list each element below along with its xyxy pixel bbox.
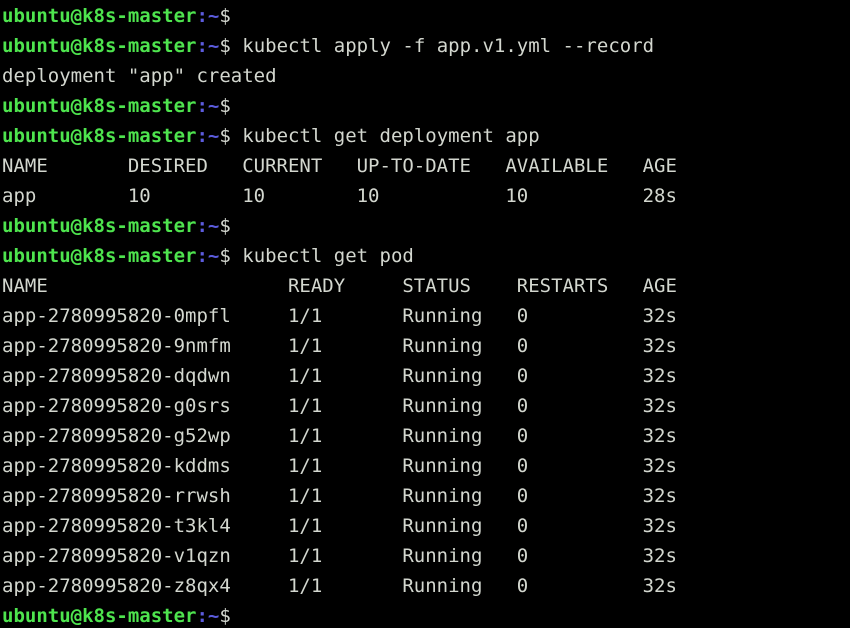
prompt-separator: : [196,95,208,117]
terminal-output-line: app-2780995820-dqdwn 1/1 Running 0 32s [2,361,850,391]
prompt-sigil: $ [219,35,231,57]
prompt-separator: : [196,125,208,147]
terminal-output-text: app-2780995820-0mpfl 1/1 Running 0 32s [2,305,677,327]
terminal-prompt-line: ubuntu@k8s-master:~$ [2,601,850,628]
terminal-command-text[interactable]: kubectl get pod [231,245,414,267]
terminal-command-text[interactable]: kubectl apply -f app.v1.yml --record [231,35,654,57]
terminal-output-line: NAME DESIRED CURRENT UP-TO-DATE AVAILABL… [2,151,850,181]
terminal-output-text: app 10 10 10 10 28s [2,185,677,207]
terminal-output-line: deployment "app" created [2,61,850,91]
terminal-output-text: app-2780995820-dqdwn 1/1 Running 0 32s [2,365,677,387]
terminal-prompt-line: ubuntu@k8s-master:~$ [2,211,850,241]
terminal-output-text: app-2780995820-g0srs 1/1 Running 0 32s [2,395,677,417]
terminal-output-line: app-2780995820-0mpfl 1/1 Running 0 32s [2,301,850,331]
terminal-window[interactable]: ubuntu@k8s-master:~$ ubuntu@k8s-master:~$… [0,0,850,628]
terminal-prompt-line: ubuntu@k8s-master:~$ kubectl apply -f ap… [2,31,850,61]
prompt-user-host: ubuntu@k8s-master [2,5,197,27]
terminal-prompt-line: ubuntu@k8s-master:~$ kubectl get pod [2,241,850,271]
prompt-path: ~ [207,215,220,237]
prompt-separator: : [196,5,208,27]
prompt-sigil: $ [219,605,231,627]
prompt-path: ~ [207,245,220,267]
terminal-output-line: app-2780995820-t3kl4 1/1 Running 0 32s [2,511,850,541]
terminal-prompt-line: ubuntu@k8s-master:~$ kubectl get deploym… [2,121,850,151]
terminal-command-text[interactable]: kubectl get deployment app [231,125,539,147]
prompt-separator: : [196,605,208,627]
terminal-screen[interactable]: ubuntu@k8s-master:~$ ubuntu@k8s-master:~$… [0,0,850,628]
prompt-separator: : [196,215,208,237]
terminal-output-text: app-2780995820-v1qzn 1/1 Running 0 32s [2,545,677,567]
prompt-separator: : [196,245,208,267]
prompt-path: ~ [207,605,220,627]
terminal-output-line: app-2780995820-9nmfm 1/1 Running 0 32s [2,331,850,361]
prompt-user-host: ubuntu@k8s-master [2,35,197,57]
terminal-output-text: app-2780995820-g52wp 1/1 Running 0 32s [2,425,677,447]
terminal-output-text: app-2780995820-9nmfm 1/1 Running 0 32s [2,335,677,357]
prompt-separator: : [196,35,208,57]
terminal-output-line: app-2780995820-g52wp 1/1 Running 0 32s [2,421,850,451]
prompt-sigil: $ [219,245,231,267]
terminal-output-text: deployment "app" created [2,65,277,87]
prompt-path: ~ [207,35,220,57]
terminal-prompt-line: ubuntu@k8s-master:~$ [2,1,850,31]
prompt-user-host: ubuntu@k8s-master [2,245,197,267]
terminal-output-text: app-2780995820-rrwsh 1/1 Running 0 32s [2,485,677,507]
terminal-output-line: app 10 10 10 10 28s [2,181,850,211]
terminal-prompt-line: ubuntu@k8s-master:~$ [2,91,850,121]
prompt-sigil: $ [219,125,231,147]
terminal-output-line: app-2780995820-v1qzn 1/1 Running 0 32s [2,541,850,571]
terminal-output-text: NAME DESIRED CURRENT UP-TO-DATE AVAILABL… [2,155,677,177]
terminal-output-line: app-2780995820-rrwsh 1/1 Running 0 32s [2,481,850,511]
prompt-user-host: ubuntu@k8s-master [2,125,197,147]
prompt-user-host: ubuntu@k8s-master [2,215,197,237]
prompt-user-host: ubuntu@k8s-master [2,95,197,117]
prompt-sigil: $ [219,95,231,117]
prompt-path: ~ [207,95,220,117]
terminal-output-text: NAME READY STATUS RESTARTS AGE [2,275,677,297]
terminal-output-text: app-2780995820-t3kl4 1/1 Running 0 32s [2,515,677,537]
terminal-output-text: app-2780995820-kddms 1/1 Running 0 32s [2,455,677,477]
terminal-output-line: app-2780995820-z8qx4 1/1 Running 0 32s [2,571,850,601]
prompt-user-host: ubuntu@k8s-master [2,605,197,627]
terminal-output-line: NAME READY STATUS RESTARTS AGE [2,271,850,301]
terminal-output-line: app-2780995820-g0srs 1/1 Running 0 32s [2,391,850,421]
prompt-sigil: $ [219,215,231,237]
terminal-output-line: app-2780995820-kddms 1/1 Running 0 32s [2,451,850,481]
prompt-sigil: $ [219,5,231,27]
terminal-output-text: app-2780995820-z8qx4 1/1 Running 0 32s [2,575,677,597]
prompt-path: ~ [207,125,220,147]
prompt-path: ~ [207,5,220,27]
